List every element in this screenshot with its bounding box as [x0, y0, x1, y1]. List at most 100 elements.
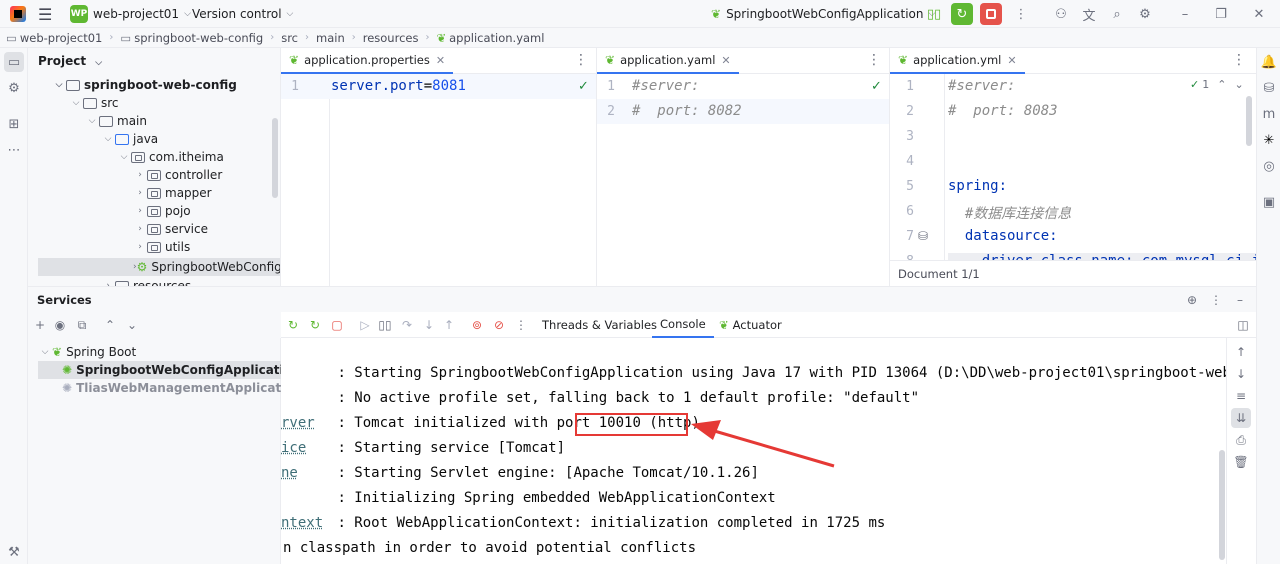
- collapse-arrow-icon[interactable]: ›: [133, 170, 147, 180]
- project-selector[interactable]: WP web-project01 ⌵: [70, 0, 191, 28]
- breadcrumb-item[interactable]: main: [316, 31, 345, 45]
- close-tab-icon[interactable]: ✕: [1007, 54, 1016, 67]
- code-line[interactable]: spring:: [948, 178, 1007, 194]
- more-actions-icon[interactable]: ⋮: [1012, 5, 1030, 23]
- add-service-icon[interactable]: +: [32, 317, 48, 333]
- collapse-arrow-icon[interactable]: ›: [133, 242, 147, 252]
- main-menu-icon[interactable]: ☰: [38, 0, 52, 28]
- breadcrumb-item[interactable]: application.yaml: [449, 31, 544, 45]
- console-scrollbar[interactable]: [1219, 450, 1225, 560]
- maven-icon[interactable]: m: [1259, 104, 1279, 124]
- scroll-up-icon[interactable]: ↑: [1233, 344, 1249, 360]
- services-tree-item-selected[interactable]: ✺ SpringbootWebConfigApplication :: [38, 361, 308, 379]
- breadcrumb-item[interactable]: web-project01: [20, 31, 102, 45]
- rerun-icon[interactable]: ↻: [285, 317, 301, 333]
- breadcrumb-item[interactable]: resources: [363, 31, 419, 45]
- breadcrumb-item[interactable]: springboot-web-config: [134, 31, 263, 45]
- tab-options-icon[interactable]: ⋮: [1232, 52, 1246, 68]
- print-icon[interactable]: ⎙: [1233, 432, 1249, 448]
- tree-item[interactable]: › pojo: [133, 202, 190, 220]
- copilot-icon[interactable]: ◎: [1259, 156, 1279, 176]
- tree-item[interactable]: ⌵ java: [101, 130, 159, 148]
- stop-icon[interactable]: ▢: [329, 317, 345, 333]
- search-icon[interactable]: ⌕: [1108, 5, 1126, 23]
- tree-item[interactable]: ⌵ main: [85, 112, 147, 130]
- hide-panel-icon[interactable]: –: [1232, 292, 1248, 308]
- run-config-selector[interactable]: ❦ SpringbootWebConfigApplication ⌵: [711, 0, 935, 28]
- close-tab-icon[interactable]: ✕: [436, 54, 445, 67]
- layout-icon[interactable]: ◫: [1235, 317, 1251, 333]
- clear-all-icon[interactable]: 🗑: [1233, 454, 1249, 470]
- minimize-icon[interactable]: –: [1176, 5, 1194, 23]
- expand-arrow-icon[interactable]: ⌵: [69, 98, 83, 108]
- tab-threads-variables[interactable]: Threads & Variables: [542, 312, 657, 338]
- vcs-widget[interactable]: Version control ⌵: [192, 0, 293, 28]
- collapse-arrow-icon[interactable]: ›: [133, 224, 147, 234]
- account-icon[interactable]: ⚇: [1052, 5, 1070, 23]
- tree-item[interactable]: › resources: [101, 277, 191, 286]
- project-scrollbar[interactable]: [272, 118, 278, 198]
- services-tree-item[interactable]: ⌵ ❦ Spring Boot: [38, 343, 137, 361]
- new-tab-icon[interactable]: ⧉: [74, 317, 90, 333]
- view-options-icon[interactable]: ◉: [52, 317, 68, 333]
- code-line[interactable]: #server:: [948, 78, 1015, 94]
- tree-item[interactable]: › controller: [133, 166, 222, 184]
- expand-arrow-icon[interactable]: ⌵: [52, 80, 66, 90]
- database-icon[interactable]: ⛁: [1259, 78, 1279, 98]
- close-icon[interactable]: ✕: [1250, 5, 1268, 23]
- code-line[interactable]: #数据库连接信息: [948, 203, 1071, 223]
- more-tools-icon[interactable]: ⋯: [4, 140, 24, 160]
- code-line[interactable]: #server:: [632, 78, 699, 94]
- tree-item[interactable]: ⌵ com.itheima: [117, 148, 224, 166]
- update-app-icon[interactable]: ↻: [307, 317, 323, 333]
- step-into-icon[interactable]: ↓: [421, 317, 437, 333]
- database-icon[interactable]: ⛁: [918, 229, 928, 243]
- code-line[interactable]: # port: 8082: [632, 103, 742, 119]
- close-tab-icon[interactable]: ✕: [721, 54, 730, 67]
- tab-actuator[interactable]: ❦ Actuator: [719, 312, 782, 338]
- restore-icon[interactable]: ❐: [1212, 5, 1230, 23]
- code-line[interactable]: # port: 8083: [948, 103, 1058, 119]
- scroll-down-icon[interactable]: ↓: [1233, 366, 1249, 382]
- collapse-arrow-icon[interactable]: ›: [133, 206, 147, 216]
- inspection-ok-icon[interactable]: ✓: [871, 79, 882, 94]
- resume-icon[interactable]: ▷: [357, 317, 373, 333]
- editor-scrollbar[interactable]: [1246, 96, 1252, 146]
- settings-gear-icon[interactable]: ⚙: [1136, 5, 1154, 23]
- step-over-icon[interactable]: ↷: [399, 317, 415, 333]
- target-icon[interactable]: ⊕: [1184, 292, 1200, 308]
- bookmarks-icon[interactable]: ▣: [1259, 192, 1279, 212]
- mute-breakpoints-icon[interactable]: ⊘: [491, 317, 507, 333]
- expand-arrow-icon[interactable]: ⌵: [38, 347, 52, 357]
- problems-widget[interactable]: ✓ 1 ⌃ ⌄: [1190, 78, 1244, 91]
- expand-all-icon[interactable]: ⌃: [102, 317, 118, 333]
- ai-assistant-icon[interactable]: ✳: [1259, 130, 1279, 150]
- tree-item[interactable]: ⌵ springboot-web-config: [52, 76, 237, 94]
- collapse-all-icon[interactable]: ⌄: [124, 317, 140, 333]
- editor-tab[interactable]: ❦ application.properties ✕: [281, 48, 454, 74]
- build-tool-icon[interactable]: ⚒: [4, 542, 24, 562]
- options-icon[interactable]: ⋮: [1208, 292, 1224, 308]
- tree-item[interactable]: ⌵ src: [69, 94, 119, 112]
- scroll-to-end-icon[interactable]: ⇊: [1231, 408, 1251, 428]
- collapse-arrow-icon[interactable]: ›: [133, 188, 147, 198]
- expand-arrow-icon[interactable]: ⌵: [101, 134, 115, 144]
- notifications-icon[interactable]: 🔔: [1259, 52, 1279, 72]
- services-tool-icon[interactable]: ⚙: [4, 78, 24, 98]
- project-panel-title[interactable]: Project ⌵: [38, 54, 102, 68]
- expand-arrow-icon[interactable]: ⌵: [85, 116, 99, 126]
- breakpoints-icon[interactable]: ⊚: [469, 317, 485, 333]
- rerun-icon[interactable]: ↻: [951, 3, 973, 25]
- expand-arrow-icon[interactable]: ⌵: [117, 152, 131, 162]
- project-tool-icon[interactable]: ▭: [4, 52, 24, 72]
- console-output[interactable]: : Starting SpringbootWebConfigApplicatio…: [281, 338, 1226, 564]
- translate-icon[interactable]: 文: [1080, 5, 1098, 24]
- tab-options-icon[interactable]: ⋮: [574, 52, 588, 68]
- tab-console[interactable]: Console: [652, 312, 714, 338]
- editor-tab[interactable]: ❦ application.yaml ✕: [597, 48, 739, 74]
- debug-icon[interactable]: ▯▯: [925, 5, 943, 23]
- structure-tool-icon[interactable]: ⊞: [4, 114, 24, 134]
- tab-options-icon[interactable]: ⋮: [867, 52, 881, 68]
- tree-item[interactable]: › utils: [133, 238, 190, 256]
- services-tree-item[interactable]: ✺ TliasWebManagementApplication: [62, 379, 302, 397]
